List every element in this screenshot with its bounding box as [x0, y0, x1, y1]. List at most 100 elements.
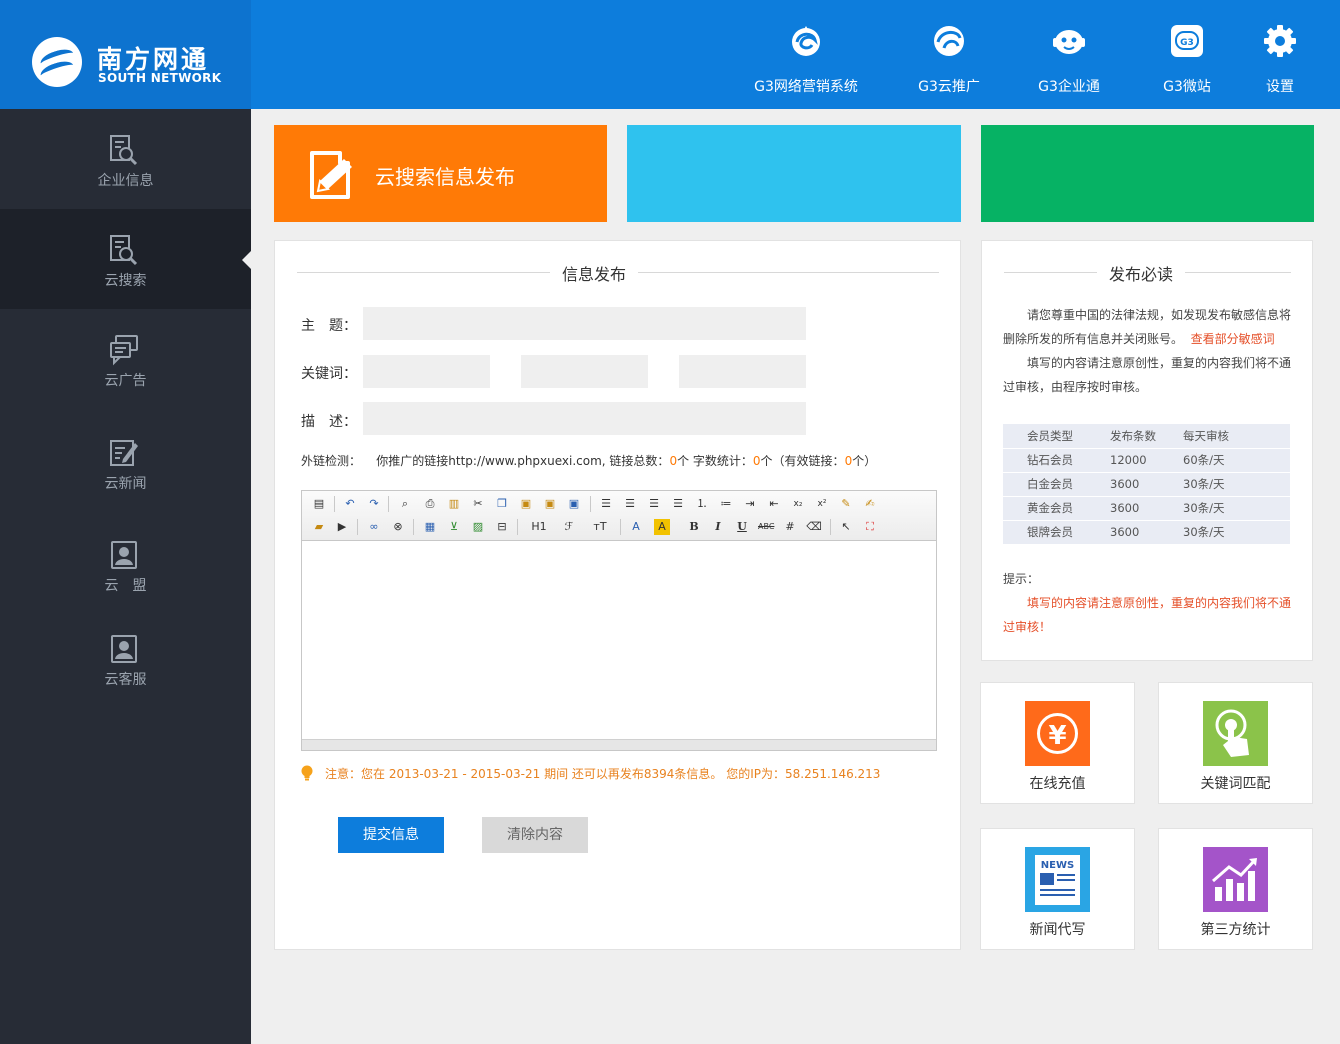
publish-form-panel: 信息发布 主 题： 关键词： 描 述： 外链检测： 你推广的链接http://w…	[274, 240, 961, 950]
ordered-list-icon[interactable]: ⒈	[694, 496, 710, 512]
toolbar-separator	[590, 496, 591, 512]
format-painter-icon[interactable]: ✍	[862, 496, 878, 512]
font-size-dropdown[interactable]: ᴛT	[588, 519, 612, 535]
sidebar-item-company-info[interactable]: 企业信息	[0, 109, 251, 209]
tile-cloud-search-publish[interactable]: 云搜索信息发布	[274, 125, 607, 222]
image-icon[interactable]: ▨	[470, 519, 486, 535]
redo-icon[interactable]: ↷	[366, 496, 382, 512]
quick-tile-news-writing[interactable]: NEWS 新闻代写	[980, 828, 1135, 950]
topnav-micro-site[interactable]: G3 G3微站	[1139, 0, 1235, 109]
fullscreen-icon[interactable]: ⛶	[862, 519, 878, 535]
touch-hand-icon	[1203, 701, 1268, 766]
sidebar-item-cloud-service[interactable]: 云客服	[0, 608, 251, 708]
template-icon[interactable]: ▥	[446, 496, 462, 512]
eraser-icon[interactable]: ⌫	[806, 519, 822, 535]
copy-icon[interactable]: ❐	[494, 496, 510, 512]
cut-icon[interactable]: ✂	[470, 496, 486, 512]
sidebar-item-label: 云客服	[104, 672, 147, 688]
underline-button[interactable]: U	[734, 519, 750, 535]
contact-card-icon	[111, 541, 137, 569]
superscript-icon[interactable]: x²	[814, 496, 830, 512]
gear-icon	[1264, 25, 1296, 57]
table-cell: 30条/天	[1183, 520, 1290, 545]
topnav-enterprise[interactable]: G3企业通	[1021, 0, 1117, 109]
editor-content-area[interactable]	[302, 542, 936, 739]
submit-button[interactable]: 提交信息	[338, 817, 444, 853]
ext-total-count: 0	[669, 454, 678, 468]
brand-logo[interactable]: 南方网通 SOUTH NETWORK	[0, 0, 251, 109]
font-family-dropdown[interactable]: ℱ	[558, 519, 580, 535]
table-row: 黄金会员 3600 30条/天	[1003, 496, 1290, 521]
sidebar-item-cloud-ads[interactable]: 云广告	[0, 309, 251, 409]
subscript-icon[interactable]: x₂	[790, 496, 806, 512]
pointer-icon[interactable]: ↖	[838, 519, 854, 535]
select-all-icon[interactable]: #	[782, 519, 798, 535]
italic-button[interactable]: I	[710, 519, 726, 535]
bold-button[interactable]: B	[686, 519, 702, 535]
align-justify-icon[interactable]: ☰	[670, 496, 686, 512]
keyword-input-1[interactable]	[363, 355, 490, 388]
paste-word-icon[interactable]: ▣	[566, 496, 582, 512]
table-cell: 30条/天	[1183, 472, 1290, 497]
strikethrough-button[interactable]: ABC	[758, 519, 774, 535]
column-header: 每天审核	[1183, 424, 1290, 449]
sidebar: 企业信息 云搜索 云广告 云新闻 云 盟 云客服	[0, 109, 251, 1044]
section-title: 信息发布	[550, 261, 639, 285]
sidebar-item-label: 云搜索	[104, 273, 147, 289]
clear-button[interactable]: 清除内容	[482, 817, 588, 853]
align-left-icon[interactable]: ☰	[598, 496, 614, 512]
notice-text: 注意：您在 2013-03-21 - 2015-03-21 期间 还可以再发布8…	[325, 767, 881, 781]
page-break-icon[interactable]: ⊟	[494, 519, 510, 535]
quick-tile-third-party-stats[interactable]: 第三方统计	[1158, 828, 1313, 950]
edit-document-icon	[110, 440, 138, 466]
table-row: 银牌会员 3600 30条/天	[1003, 520, 1290, 545]
align-center-icon[interactable]: ☰	[622, 496, 638, 512]
source-icon[interactable]: ▤	[311, 496, 327, 512]
preview-icon[interactable]: ⌕	[397, 496, 413, 512]
highlight-color-button[interactable]: A	[654, 519, 670, 535]
ext-mid: 个 字数统计：	[677, 454, 753, 468]
keyword-input-2[interactable]	[521, 355, 648, 388]
unordered-list-icon[interactable]: ≔	[718, 496, 734, 512]
align-right-icon[interactable]: ☰	[646, 496, 662, 512]
topnav-label: G3网络营销系统	[754, 79, 858, 95]
horizontal-rule-icon[interactable]: ⊻	[446, 519, 462, 535]
member-quota-table: 会员类型 发布条数 每天审核 钻石会员 12000 60条/天 白金会员 360…	[1003, 424, 1290, 545]
toolbar-separator	[334, 496, 335, 512]
column-header: 发布条数	[1110, 424, 1183, 449]
link-icon[interactable]: ∞	[366, 519, 382, 535]
ext-mid2: 个（有效链接：	[760, 454, 845, 468]
sidebar-item-cloud-news[interactable]: 云新闻	[0, 412, 251, 512]
column-header: 会员类型	[1003, 424, 1110, 449]
heading-dropdown[interactable]: H1	[526, 519, 552, 535]
quick-tile-online-recharge[interactable]: ¥ 在线充值	[980, 682, 1135, 804]
unlink-icon[interactable]: ⊗	[390, 519, 406, 535]
toolbar-separator	[388, 496, 389, 512]
print-icon[interactable]: ⎙	[422, 496, 438, 512]
font-color-button[interactable]: A	[628, 519, 644, 535]
topnav-settings[interactable]: 设置	[1245, 0, 1315, 109]
indent-icon[interactable]: ⇥	[742, 496, 758, 512]
outdent-icon[interactable]: ⇤	[766, 496, 782, 512]
topnav-cloud-promo[interactable]: G3云推广	[901, 0, 997, 109]
paste-icon[interactable]: ▣	[518, 496, 534, 512]
clear-format-icon[interactable]: ✎	[838, 496, 854, 512]
editor-resize-handle[interactable]	[302, 739, 936, 750]
brand-name-en: SOUTH NETWORK	[98, 71, 222, 85]
image-upload-icon[interactable]: ▰	[311, 519, 327, 535]
table-cell: 3600	[1110, 520, 1183, 545]
undo-icon[interactable]: ↶	[342, 496, 358, 512]
subject-input[interactable]	[363, 307, 806, 340]
sidebar-item-cloud-search[interactable]: 云搜索	[0, 209, 251, 309]
g3-badge-icon: G3	[1171, 25, 1203, 57]
flash-icon[interactable]: ▶	[334, 519, 350, 535]
table-icon[interactable]: ▦	[422, 519, 438, 535]
sensitive-words-link[interactable]: 查看部分敏感词	[1191, 332, 1275, 346]
description-input[interactable]	[363, 402, 806, 435]
topnav-marketing-system[interactable]: G3网络营销系统	[741, 0, 871, 109]
news-icon: NEWS	[1025, 847, 1090, 912]
sidebar-item-cloud-alliance[interactable]: 云 盟	[0, 514, 251, 614]
keyword-input-3[interactable]	[679, 355, 806, 388]
paste-text-icon[interactable]: ▣	[542, 496, 558, 512]
quick-tile-keyword-match[interactable]: 关键词匹配	[1158, 682, 1313, 804]
